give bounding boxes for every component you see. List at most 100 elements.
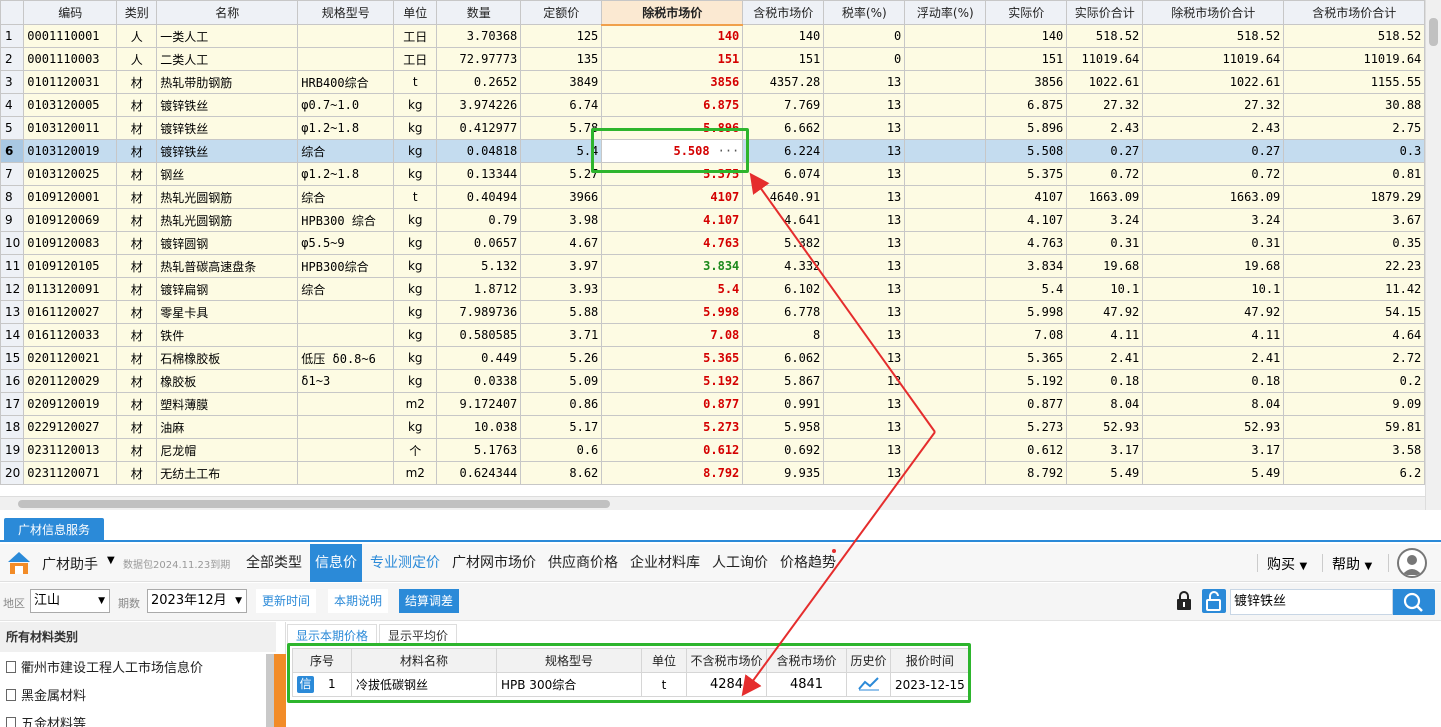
actual-total-cell[interactable]: 0.72	[1066, 162, 1144, 186]
actual-price-cell[interactable]: 5.508	[985, 139, 1068, 163]
grid-row[interactable]: 15 0201120021 材石棉橡胶板 低压 δ0.8~6 kg 0.449 5.26 5.…	[0, 346, 1426, 370]
code-cell[interactable]: 0161120033	[23, 323, 118, 347]
actual-price-cell[interactable]: 4107	[985, 185, 1068, 209]
col-header-float-rate[interactable]: 浮动率(%)	[904, 0, 987, 25]
quota-price-cell[interactable]: 6.74	[520, 93, 603, 117]
market-price-excl-tax-cell[interactable]: 5.998	[601, 300, 744, 324]
tax-rate-cell[interactable]: 13	[823, 438, 906, 462]
actual-price-cell[interactable]: 0.877	[985, 392, 1068, 416]
actual-total-cell[interactable]: 10.1	[1066, 277, 1144, 301]
trend-chart-icon[interactable]	[857, 675, 880, 691]
actual-price-cell[interactable]: 5.4	[985, 277, 1068, 301]
float-rate-cell[interactable]	[904, 346, 987, 370]
tab-info-price[interactable]: 信息价	[310, 544, 362, 582]
market-total-excl-tax-cell[interactable]: 5.49	[1142, 461, 1285, 485]
market-total-incl-tax-cell[interactable]: 6.2	[1283, 461, 1426, 485]
unit-cell[interactable]: 工日	[393, 24, 438, 48]
market-price-incl-tax-cell[interactable]: 4357.28	[742, 70, 825, 94]
quota-price-cell[interactable]: 0.86	[520, 392, 603, 416]
panel-splitter[interactable]	[274, 654, 286, 727]
quota-price-cell[interactable]: 3.71	[520, 323, 603, 347]
tab-market-price[interactable]: 广材网市场价	[448, 544, 540, 582]
name-cell[interactable]: 热轧光圆钢筋	[156, 208, 299, 232]
market-total-incl-tax-cell[interactable]: 11.42	[1283, 277, 1426, 301]
name-cell[interactable]: 镀锌铁丝	[156, 139, 299, 163]
market-price-excl-tax-cell[interactable]: 5.192	[601, 369, 744, 393]
spec-cell[interactable]: HPB300 综合	[297, 208, 395, 232]
market-total-incl-tax-cell[interactable]: 3.58	[1283, 438, 1426, 462]
market-price-excl-tax-cell[interactable]: 5.4	[601, 277, 744, 301]
name-cell[interactable]: 尼龙帽	[156, 438, 299, 462]
float-rate-cell[interactable]	[904, 208, 987, 232]
code-cell[interactable]: 0209120019	[23, 392, 118, 416]
float-rate-cell[interactable]	[904, 369, 987, 393]
tax-rate-cell[interactable]: 13	[823, 346, 906, 370]
category-cell[interactable]: 材	[116, 300, 158, 324]
actual-total-cell[interactable]: 5.49	[1066, 461, 1144, 485]
quota-price-cell[interactable]: 125	[520, 24, 603, 48]
actual-price-cell[interactable]: 4.763	[985, 231, 1068, 255]
market-total-excl-tax-cell[interactable]: 0.31	[1142, 231, 1285, 255]
row-number[interactable]: 1	[0, 24, 25, 48]
col-header-code[interactable]: 编码	[23, 0, 118, 25]
market-price-incl-tax-cell[interactable]: 151	[742, 47, 825, 71]
grid-hscroll-thumb[interactable]	[18, 500, 610, 508]
market-price-excl-tax-cell[interactable]: 4.107	[601, 208, 744, 232]
update-time-button[interactable]: 更新时间	[256, 589, 317, 613]
row-number[interactable]: 17	[0, 392, 25, 416]
actual-total-cell[interactable]: 19.68	[1066, 254, 1144, 278]
market-price-excl-tax-cell[interactable]: 7.08	[601, 323, 744, 347]
float-rate-cell[interactable]	[904, 323, 987, 347]
assistant-menu[interactable]: 广材助手	[42, 554, 98, 574]
actual-total-cell[interactable]: 8.04	[1066, 392, 1144, 416]
market-total-excl-tax-cell[interactable]: 0.27	[1142, 139, 1285, 163]
spec-cell[interactable]	[297, 24, 395, 48]
quantity-cell[interactable]: 0.04818	[436, 139, 522, 163]
quota-price-cell[interactable]: 5.09	[520, 369, 603, 393]
code-cell[interactable]: 0229120027	[23, 415, 118, 439]
unit-cell[interactable]: kg	[393, 231, 438, 255]
name-cell[interactable]: 油麻	[156, 415, 299, 439]
spec-cell[interactable]	[297, 415, 395, 439]
actual-price-cell[interactable]: 140	[985, 24, 1068, 48]
quota-price-cell[interactable]: 5.17	[520, 415, 603, 439]
market-total-excl-tax-cell[interactable]: 0.18	[1142, 369, 1285, 393]
quantity-cell[interactable]: 0.449	[436, 346, 522, 370]
unit-cell[interactable]: 个	[393, 438, 438, 462]
row-number[interactable]: 15	[0, 346, 25, 370]
unit-cell[interactable]: m2	[393, 392, 438, 416]
quantity-cell[interactable]: 3.974226	[436, 93, 522, 117]
spec-cell[interactable]: HRB400综合	[297, 70, 395, 94]
quota-price-cell[interactable]: 3.93	[520, 277, 603, 301]
name-cell[interactable]: 热轧光圆钢筋	[156, 185, 299, 209]
quantity-cell[interactable]: 72.97773	[436, 47, 522, 71]
actual-price-cell[interactable]: 151	[985, 47, 1068, 71]
tax-rate-cell[interactable]: 13	[823, 116, 906, 140]
quota-price-cell[interactable]: 135	[520, 47, 603, 71]
spec-cell[interactable]	[297, 47, 395, 71]
market-price-incl-tax-cell[interactable]: 5.382	[742, 231, 825, 255]
col-header-name[interactable]: 名称	[156, 0, 299, 25]
code-cell[interactable]: 0201120021	[23, 346, 118, 370]
quantity-cell[interactable]: 0.13344	[436, 162, 522, 186]
actual-total-cell[interactable]: 0.31	[1066, 231, 1144, 255]
row-number[interactable]: 2	[0, 47, 25, 71]
name-cell[interactable]: 一类人工	[156, 24, 299, 48]
market-total-excl-tax-cell[interactable]: 11019.64	[1142, 47, 1285, 71]
code-cell[interactable]: 0103120005	[23, 93, 118, 117]
period-select[interactable]: 2023年12月 ▼	[147, 589, 247, 613]
actual-price-cell[interactable]: 5.192	[985, 369, 1068, 393]
float-rate-cell[interactable]	[904, 93, 987, 117]
category-cell[interactable]: 材	[116, 185, 158, 209]
market-price-excl-tax-cell[interactable]: 6.875	[601, 93, 744, 117]
market-price-excl-tax-cell[interactable]: 5.273	[601, 415, 744, 439]
lock-icon[interactable]	[1175, 591, 1193, 611]
market-total-incl-tax-cell[interactable]: 0.2	[1283, 369, 1426, 393]
unit-cell[interactable]: kg	[393, 300, 438, 324]
market-price-incl-tax-cell[interactable]: 4.641	[742, 208, 825, 232]
code-cell[interactable]: 0001110001	[23, 24, 118, 48]
quantity-cell[interactable]: 0.2652	[436, 70, 522, 94]
market-total-excl-tax-cell[interactable]: 0.72	[1142, 162, 1285, 186]
tab-professional-price[interactable]: 专业测定价	[366, 544, 444, 582]
unit-cell[interactable]: kg	[393, 139, 438, 163]
